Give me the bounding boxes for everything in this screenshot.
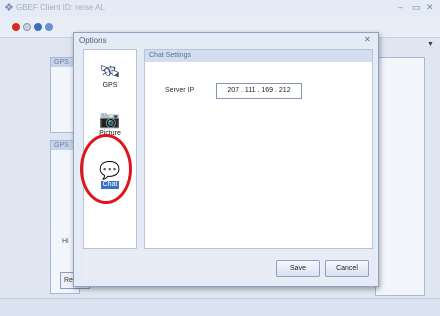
stop-icon[interactable] <box>23 23 31 31</box>
camera-icon: 📷 <box>99 110 121 129</box>
toolbar-menu-arrow-icon[interactable]: ▼ <box>427 41 434 48</box>
minimize-button[interactable]: – <box>398 2 403 12</box>
save-button[interactable]: Save <box>276 260 320 277</box>
dialog-close-button[interactable]: ✕ <box>364 35 371 44</box>
category-gps-label: GPS <box>102 82 118 89</box>
highlight-circle <box>80 134 132 204</box>
app-logo-icon: ❖ <box>4 2 14 14</box>
chat-settings-panel: Chat Settings Server IP 207 . 111 . 169 … <box>144 49 373 249</box>
title-bar: ❖ GBEF Client ID: rerse AL – ▭ ✕ <box>0 0 440 17</box>
settings-icon[interactable] <box>45 23 53 31</box>
close-button[interactable]: ✕ <box>426 2 434 13</box>
category-gps[interactable]: 🛰 GPS <box>88 62 132 90</box>
maximize-button[interactable]: ▭ <box>412 2 421 13</box>
panel-text-fragment: Hi <box>62 238 69 245</box>
dialog-title: Options <box>79 36 107 45</box>
record-icon[interactable] <box>12 23 20 31</box>
connect-icon[interactable] <box>34 23 42 31</box>
cancel-button[interactable]: Cancel <box>325 260 369 277</box>
server-ip-input[interactable]: 207 . 111 . 169 . 212 <box>216 83 302 99</box>
window-title: GBEF Client ID: rerse AL <box>16 3 105 12</box>
status-bar <box>0 298 440 316</box>
dialog-button-bar: Save Cancel <box>83 251 371 280</box>
gps-icon: 🛰 <box>99 62 121 81</box>
right-panel <box>375 57 425 296</box>
section-title: Chat Settings <box>145 50 372 62</box>
server-ip-label: Server IP <box>165 87 195 94</box>
